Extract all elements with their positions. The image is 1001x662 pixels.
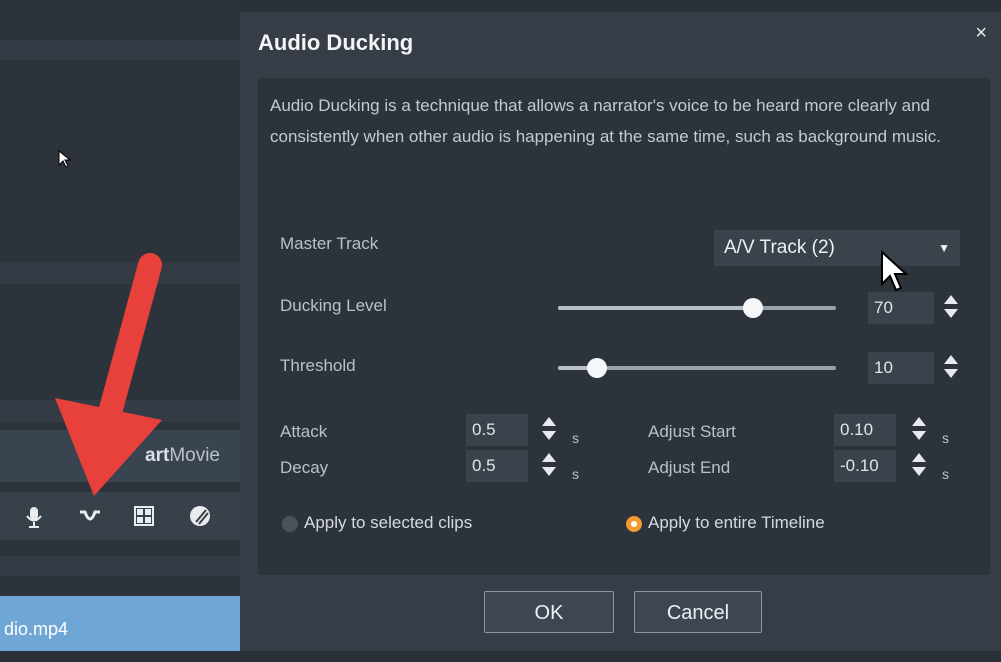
ducking-level-stepper[interactable] <box>942 292 958 322</box>
close-icon[interactable]: × <box>975 22 987 45</box>
ducking-level-fill <box>558 306 753 310</box>
panel-divider <box>0 400 240 422</box>
mouse-pointer-icon <box>881 250 909 292</box>
decay-input[interactable]: 0.5 <box>466 450 528 482</box>
panel-divider <box>0 262 240 284</box>
ducking-level-input[interactable]: 70 <box>868 292 934 324</box>
ducking-level-label: Ducking Level <box>280 296 387 315</box>
apply-selected-label[interactable]: Apply to selected clips <box>304 513 472 533</box>
microphone-icon[interactable] <box>18 500 50 532</box>
master-track-value: A/V Track (2) <box>724 237 835 258</box>
decay-label: Decay <box>280 458 329 477</box>
threshold-slider[interactable] <box>558 358 836 378</box>
threshold-stepper[interactable] <box>942 352 958 382</box>
adjust-end-stepper[interactable] <box>910 450 926 480</box>
panel-divider <box>0 40 240 60</box>
timeline-clip[interactable]: dio.mp4 <box>0 596 240 651</box>
decay-stepper[interactable] <box>540 450 556 480</box>
background-app: artMovie dio.mp4 <box>0 0 240 651</box>
settings-panel: Audio Ducking is a technique that allows… <box>258 78 990 575</box>
adjust-end-unit: s <box>942 466 949 482</box>
dialog-title: Audio Ducking <box>258 30 414 55</box>
timeline-toolbar <box>0 492 240 540</box>
adjust-start-input[interactable]: 0.10 <box>834 414 896 446</box>
threshold-label: Threshold <box>280 356 356 375</box>
ducking-level-slider[interactable] <box>558 298 836 318</box>
decay-unit: s <box>572 466 579 482</box>
adjust-start-label: Adjust Start <box>648 422 736 441</box>
cancel-button[interactable]: Cancel <box>634 591 762 633</box>
adjust-end-label: Adjust End <box>648 458 731 477</box>
mouse-pointer-icon <box>58 150 72 168</box>
clip-label: dio.mp4 <box>4 619 69 639</box>
ducking-level-knob[interactable] <box>742 298 763 318</box>
adjust-start-stepper[interactable] <box>910 414 926 444</box>
apply-timeline-label[interactable]: Apply to entire Timeline <box>648 513 825 533</box>
apply-timeline-radio[interactable] <box>626 516 642 532</box>
apply-selected-radio[interactable] <box>282 516 298 532</box>
attack-stepper[interactable] <box>540 414 556 444</box>
threshold-input[interactable]: 10 <box>868 352 934 384</box>
adjust-end-input[interactable]: -0.10 <box>834 450 896 482</box>
color-icon[interactable] <box>184 500 216 532</box>
master-track-label: Master Track <box>280 234 379 253</box>
audio-ducking-dialog: Audio Ducking × Audio Ducking is a techn… <box>240 12 1001 651</box>
chevron-down-icon: ▼ <box>938 241 950 255</box>
panel-divider <box>0 556 240 576</box>
threshold-knob[interactable] <box>586 358 607 378</box>
smartmovie-suffix: Movie <box>169 445 220 466</box>
smartmovie-prefix: art <box>145 445 170 466</box>
description-text: Audio Ducking is a technique that allows… <box>270 96 941 146</box>
adjust-start-unit: s <box>942 430 949 446</box>
attack-unit: s <box>572 430 579 446</box>
attack-label: Attack <box>280 422 328 441</box>
smartmovie-button[interactable]: artMovie <box>0 430 240 482</box>
attack-input[interactable]: 0.5 <box>466 414 528 446</box>
master-track-select[interactable]: A/V Track (2) ▼ <box>714 230 960 266</box>
grid-icon[interactable] <box>128 500 160 532</box>
audio-ducking-icon[interactable] <box>74 500 106 532</box>
ok-button[interactable]: OK <box>484 591 614 633</box>
